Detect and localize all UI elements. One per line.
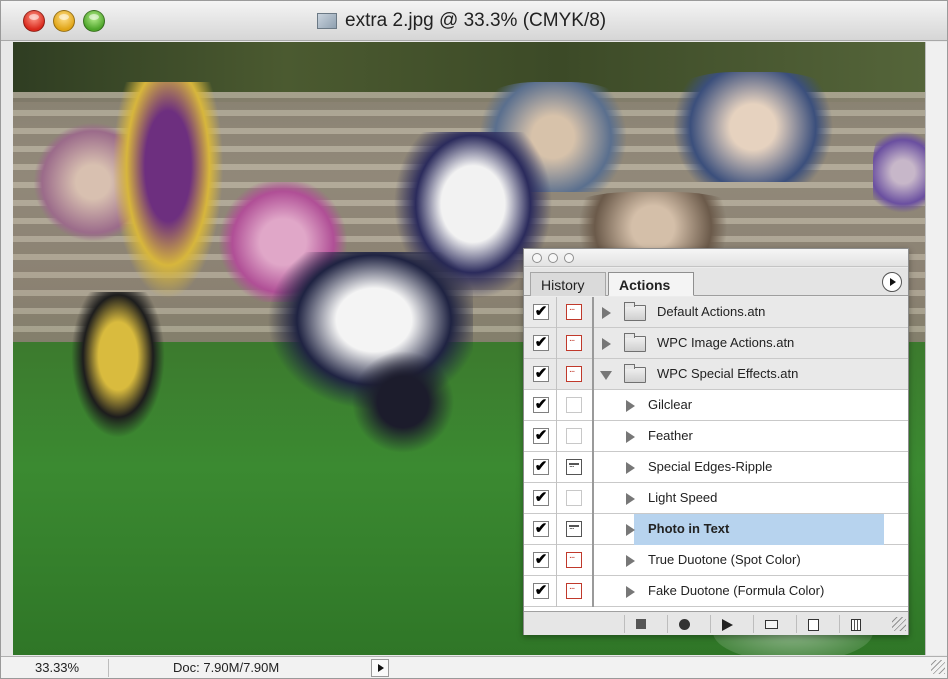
zoom-level-field[interactable]: 33.33% bbox=[9, 659, 109, 677]
action-label: True Duotone (Spot Color) bbox=[648, 552, 801, 567]
title-bar[interactable]: extra 2.jpg @ 33.3% (CMYK/8) bbox=[1, 1, 947, 41]
action-set-label: WPC Special Effects.atn bbox=[657, 366, 799, 381]
action-row[interactable]: ✔ Fake Duotone (Formula Color) bbox=[524, 576, 908, 607]
photo-player bbox=[343, 342, 463, 462]
action-row-selected[interactable]: ✔ Photo in Text bbox=[524, 514, 908, 545]
action-row[interactable]: ✔ Special Edges-Ripple bbox=[524, 452, 908, 483]
play-icon bbox=[722, 619, 733, 631]
expand-triangle-icon[interactable] bbox=[626, 462, 635, 474]
collapse-triangle-icon[interactable] bbox=[600, 371, 612, 380]
zoom-button[interactable] bbox=[83, 10, 105, 32]
new-set-folder-icon bbox=[765, 620, 778, 629]
action-set-row[interactable]: ✔ WPC Image Actions.atn bbox=[524, 328, 908, 359]
actions-list: ✔ Default Actions.atn ✔ WPC Image Action… bbox=[524, 297, 908, 611]
expand-triangle-icon[interactable] bbox=[602, 307, 611, 319]
action-set-row[interactable]: ✔ Default Actions.atn bbox=[524, 297, 908, 328]
action-label: Special Edges-Ripple bbox=[648, 459, 773, 474]
palette-resize-grip[interactable] bbox=[892, 617, 906, 631]
expand-triangle-icon[interactable] bbox=[626, 524, 635, 536]
vertical-scrollbar[interactable] bbox=[925, 42, 947, 655]
photo-player bbox=[63, 292, 173, 452]
new-action-icon bbox=[808, 619, 819, 631]
dialog-toggle-icon[interactable] bbox=[566, 490, 582, 506]
toggle-checkbox[interactable]: ✔ bbox=[533, 459, 549, 475]
new-set-button[interactable] bbox=[753, 615, 785, 633]
expand-triangle-icon[interactable] bbox=[626, 431, 635, 443]
palette-title-bar[interactable] bbox=[524, 249, 908, 267]
action-row[interactable]: ✔ True Duotone (Spot Color) bbox=[524, 545, 908, 576]
folder-icon bbox=[624, 333, 646, 352]
action-label: Photo in Text bbox=[648, 521, 730, 536]
toggle-checkbox[interactable]: ✔ bbox=[533, 490, 549, 506]
photo-crowd bbox=[873, 122, 925, 222]
toggle-checkbox[interactable]: ✔ bbox=[533, 335, 549, 351]
dialog-toggle-icon[interactable] bbox=[566, 364, 582, 382]
toggle-checkbox[interactable]: ✔ bbox=[533, 304, 549, 320]
record-icon bbox=[679, 619, 690, 630]
dialog-toggle-icon[interactable] bbox=[566, 521, 582, 537]
action-row[interactable]: ✔ Light Speed bbox=[524, 483, 908, 514]
palette-menu-arrow-icon[interactable] bbox=[882, 272, 902, 292]
tab-actions[interactable]: Actions bbox=[608, 272, 694, 296]
palette-footer bbox=[524, 611, 908, 635]
record-button[interactable] bbox=[667, 615, 699, 633]
toggle-checkbox[interactable]: ✔ bbox=[533, 583, 549, 599]
delete-button[interactable] bbox=[839, 615, 871, 633]
action-set-label: Default Actions.atn bbox=[657, 304, 766, 319]
toggle-checkbox[interactable]: ✔ bbox=[533, 397, 549, 413]
palette-tabs: History Actions bbox=[524, 268, 908, 296]
palette-minimize-button[interactable] bbox=[548, 253, 558, 263]
expand-triangle-icon[interactable] bbox=[626, 555, 635, 567]
expand-triangle-icon[interactable] bbox=[602, 338, 611, 350]
action-label: Fake Duotone (Formula Color) bbox=[648, 583, 825, 598]
stop-button[interactable] bbox=[624, 615, 656, 633]
dialog-toggle-icon[interactable] bbox=[566, 581, 582, 599]
action-label: Gilclear bbox=[648, 397, 693, 412]
toggle-checkbox[interactable]: ✔ bbox=[533, 428, 549, 444]
dialog-toggle-icon[interactable] bbox=[566, 550, 582, 568]
play-button[interactable] bbox=[710, 615, 742, 633]
minimize-button[interactable] bbox=[53, 10, 75, 32]
trash-icon bbox=[851, 619, 861, 631]
status-menu-arrow-icon[interactable] bbox=[371, 659, 389, 677]
document-size-info: Doc: 7.90M/7.90M bbox=[173, 660, 280, 675]
expand-triangle-icon[interactable] bbox=[626, 586, 635, 598]
photo-crowd bbox=[653, 72, 853, 182]
dialog-toggle-icon[interactable] bbox=[566, 397, 582, 413]
dialog-toggle-icon[interactable] bbox=[566, 333, 582, 351]
dialog-toggle-icon[interactable] bbox=[566, 459, 582, 475]
folder-icon bbox=[624, 302, 646, 321]
action-row[interactable]: ✔ Gilclear bbox=[524, 390, 908, 421]
palette-zoom-button[interactable] bbox=[564, 253, 574, 263]
action-set-row[interactable]: ✔ WPC Special Effects.atn bbox=[524, 359, 908, 390]
dialog-toggle-icon[interactable] bbox=[566, 428, 582, 444]
toggle-checkbox[interactable]: ✔ bbox=[533, 366, 549, 382]
palette-close-button[interactable] bbox=[532, 253, 542, 263]
dialog-toggle-icon[interactable] bbox=[566, 302, 582, 320]
stop-icon bbox=[636, 619, 646, 629]
folder-icon bbox=[624, 364, 646, 383]
action-set-label: WPC Image Actions.atn bbox=[657, 335, 795, 350]
photo-player bbox=[103, 82, 233, 322]
toggle-checkbox[interactable]: ✔ bbox=[533, 521, 549, 537]
status-bar: 33.33% Doc: 7.90M/7.90M bbox=[1, 656, 947, 678]
action-row[interactable]: ✔ Feather bbox=[524, 421, 908, 452]
expand-triangle-icon[interactable] bbox=[626, 493, 635, 505]
actions-palette: History Actions ✔ Default Actions.atn ✔ … bbox=[523, 248, 909, 635]
close-button[interactable] bbox=[23, 10, 45, 32]
photoshop-document-window: extra 2.jpg @ 33.3% (CMYK/8) 33.33% Doc:… bbox=[0, 0, 948, 679]
action-label: Feather bbox=[648, 428, 693, 443]
new-action-button[interactable] bbox=[796, 615, 828, 633]
toggle-checkbox[interactable]: ✔ bbox=[533, 552, 549, 568]
action-label: Light Speed bbox=[648, 490, 718, 505]
expand-triangle-icon[interactable] bbox=[626, 400, 635, 412]
document-image-icon[interactable] bbox=[317, 13, 337, 29]
tab-history[interactable]: History bbox=[530, 272, 606, 296]
window-resize-grip[interactable] bbox=[931, 660, 945, 674]
window-title: extra 2.jpg @ 33.3% (CMYK/8) bbox=[345, 10, 607, 31]
